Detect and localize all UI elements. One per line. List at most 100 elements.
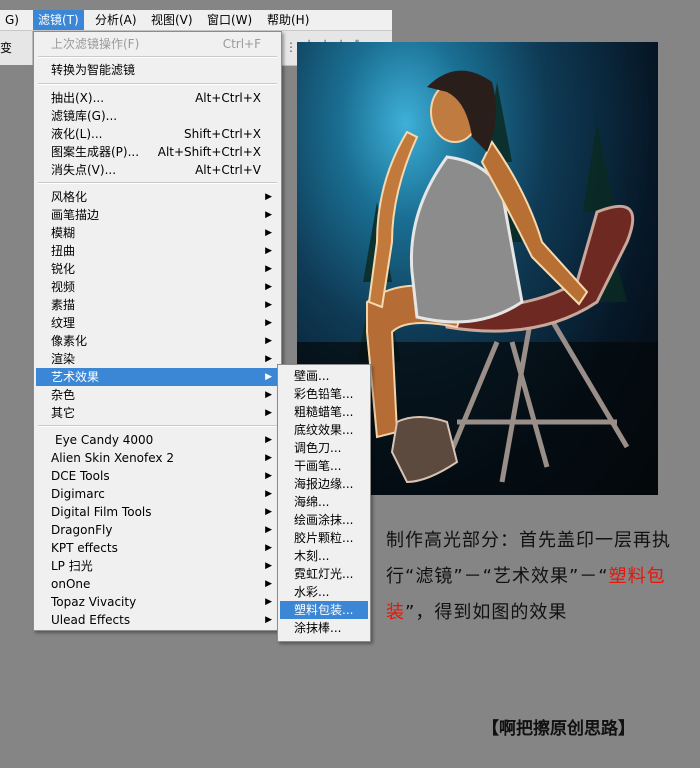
menu-item-label: 其它	[51, 406, 76, 420]
submenu-arrow-icon: ▶	[265, 561, 272, 571]
menu-item-label: 像素化	[51, 334, 88, 348]
submenu-arrow-icon: ▶	[265, 282, 272, 292]
submenu-item-neon-glow[interactable]: 霓虹灯光...	[280, 565, 368, 583]
menu-item-label: Ulead Effects	[51, 613, 131, 627]
submenu-arrow-icon: ▶	[265, 615, 272, 625]
submenu-item-colored-pencil[interactable]: 彩色铅笔...	[280, 385, 368, 403]
artistic-submenu: 壁画... 彩色铅笔... 粗糙蜡笔... 底纹效果... 调色刀... 干画笔…	[277, 364, 371, 642]
submenu-item-rough-pastels[interactable]: 粗糙蜡笔...	[280, 403, 368, 421]
submenu-item-fresco[interactable]: 壁画...	[280, 367, 368, 385]
menu-item-label: Topaz Vivacity	[51, 595, 137, 609]
menu-item-plugin[interactable]: onOne ▶	[36, 575, 279, 593]
menu-item-label: LP 扫光	[51, 559, 93, 573]
submenu-item-paint-daubs[interactable]: 绘画涂抹...	[280, 511, 368, 529]
menu-item-shortcut: Alt+Shift+Ctrl+X	[157, 145, 261, 159]
menu-item-vanishing-point[interactable]: 消失点(V)... Alt+Ctrl+V	[36, 161, 279, 179]
menu-item-label: KPT effects	[51, 541, 118, 555]
menu-item-shortcut: Alt+Ctrl+X	[195, 91, 261, 105]
menu-item-label: 上次滤镜操作(F)	[51, 37, 140, 51]
align-icon[interactable]: ⋮	[284, 40, 298, 54]
menu-item-label: 转换为智能滤镜	[51, 63, 136, 77]
submenu-item-label: 水彩...	[294, 585, 330, 599]
submenu-arrow-icon: ▶	[265, 408, 272, 418]
menu-item-other[interactable]: 其它 ▶	[36, 404, 279, 422]
author-signature: 【啊把擦原创思路】	[482, 719, 635, 739]
menu-item-label: 风格化	[51, 190, 88, 204]
menu-item-plugin[interactable]: Topaz Vivacity ▶	[36, 593, 279, 611]
menu-item-artistic[interactable]: 艺术效果 ▶	[36, 368, 279, 386]
menu-item-plugin[interactable]: DragonFly ▶	[36, 521, 279, 539]
menu-item-stylize[interactable]: 风格化 ▶	[36, 188, 279, 206]
menu-item-label: 画笔描边	[51, 208, 100, 222]
menu-item-plugin[interactable]: Eye Candy 4000 ▶	[36, 431, 279, 449]
menu-item-extract[interactable]: 抽出(X)... Alt+Ctrl+X	[36, 89, 279, 107]
submenu-arrow-icon: ▶	[265, 300, 272, 310]
menu-item-plugin[interactable]: KPT effects ▶	[36, 539, 279, 557]
menu-image[interactable]: G)	[0, 10, 24, 30]
menu-item-video[interactable]: 视频 ▶	[36, 278, 279, 296]
submenu-item-cutout[interactable]: 木刻...	[280, 547, 368, 565]
menu-window[interactable]: 窗口(W)	[202, 10, 257, 30]
submenu-item-label: 底纹效果...	[294, 423, 354, 437]
menu-help[interactable]: 帮助(H)	[262, 10, 314, 30]
menu-separator	[38, 56, 277, 58]
menu-item-plugin[interactable]: LP 扫光 ▶	[36, 557, 279, 575]
submenu-item-watercolor[interactable]: 水彩...	[280, 583, 368, 601]
submenu-item-label: 霓虹灯光...	[294, 567, 354, 581]
menu-item-pattern-maker[interactable]: 图案生成器(P)... Alt+Shift+Ctrl+X	[36, 143, 279, 161]
menu-filter[interactable]: 滤镜(T)	[33, 10, 84, 30]
menu-item-label: 抽出(X)...	[51, 91, 105, 105]
menu-separator	[38, 83, 277, 85]
menu-item-smart-filter[interactable]: 转换为智能滤镜	[36, 61, 279, 79]
submenu-item-sponge[interactable]: 海绵...	[280, 493, 368, 511]
menu-item-sharpen[interactable]: 锐化 ▶	[36, 260, 279, 278]
caption-text: ”，得到如图的效果	[405, 602, 568, 623]
submenu-item-smudge-stick[interactable]: 涂抹棒...	[280, 619, 368, 637]
menu-item-label: onOne	[51, 577, 91, 591]
submenu-arrow-icon: ▶	[265, 489, 272, 499]
options-toolbar: 变	[0, 31, 33, 65]
submenu-item-plastic-wrap[interactable]: 塑料包装...	[280, 601, 368, 619]
menu-item-plugin[interactable]: Digital Film Tools ▶	[36, 503, 279, 521]
menu-item-label: 锐化	[51, 262, 76, 276]
menu-separator	[38, 182, 277, 184]
menu-item-liquify[interactable]: 液化(L)... Shift+Ctrl+X	[36, 125, 279, 143]
submenu-arrow-icon: ▶	[265, 372, 272, 382]
menu-item-plugin[interactable]: Ulead Effects ▶	[36, 611, 279, 629]
menu-item-label: 纹理	[51, 316, 76, 330]
submenu-arrow-icon: ▶	[265, 318, 272, 328]
menu-item-render[interactable]: 渲染 ▶	[36, 350, 279, 368]
submenu-item-film-grain[interactable]: 胶片颗粒...	[280, 529, 368, 547]
menu-item-filter-gallery[interactable]: 滤镜库(G)...	[36, 107, 279, 125]
menu-item-distort[interactable]: 扭曲 ▶	[36, 242, 279, 260]
submenu-item-palette-knife[interactable]: 调色刀...	[280, 439, 368, 457]
menu-view[interactable]: 视图(V)	[146, 10, 198, 30]
submenu-item-poster-edges[interactable]: 海报边缘...	[280, 475, 368, 493]
menu-analysis[interactable]: 分析(A)	[90, 10, 142, 30]
menu-item-pixelate[interactable]: 像素化 ▶	[36, 332, 279, 350]
submenu-item-label: 干画笔...	[294, 459, 342, 473]
submenu-item-label: 粗糙蜡笔...	[294, 405, 354, 419]
submenu-item-dry-brush[interactable]: 干画笔...	[280, 457, 368, 475]
toolbar-label: 变	[0, 41, 13, 55]
submenu-item-label: 海绵...	[294, 495, 330, 509]
submenu-item-underpainting[interactable]: 底纹效果...	[280, 421, 368, 439]
menu-item-label: 素描	[51, 298, 76, 312]
menu-item-brush-strokes[interactable]: 画笔描边 ▶	[36, 206, 279, 224]
submenu-item-label: 塑料包装...	[294, 603, 354, 617]
menu-item-noise[interactable]: 杂色 ▶	[36, 386, 279, 404]
menu-item-label: Eye Candy 4000	[55, 433, 154, 447]
menu-item-label: 艺术效果	[51, 370, 100, 384]
menu-item-plugin[interactable]: DCE Tools ▶	[36, 467, 279, 485]
submenu-item-label: 海报边缘...	[294, 477, 354, 491]
menu-item-plugin[interactable]: Alien Skin Xenofex 2 ▶	[36, 449, 279, 467]
menu-item-label: 液化(L)...	[51, 127, 103, 141]
menu-item-shortcut: Alt+Ctrl+V	[195, 163, 261, 177]
menu-bar: G) 滤镜(T) 分析(A) 视图(V) 窗口(W) 帮助(H)	[0, 10, 392, 31]
menu-item-texture[interactable]: 纹理 ▶	[36, 314, 279, 332]
menu-item-plugin[interactable]: Digimarc ▶	[36, 485, 279, 503]
menu-item-blur[interactable]: 模糊 ▶	[36, 224, 279, 242]
menu-item-sketch[interactable]: 素描 ▶	[36, 296, 279, 314]
menu-item-label: 图案生成器(P)...	[51, 145, 140, 159]
menu-item-label: DragonFly	[51, 523, 113, 537]
